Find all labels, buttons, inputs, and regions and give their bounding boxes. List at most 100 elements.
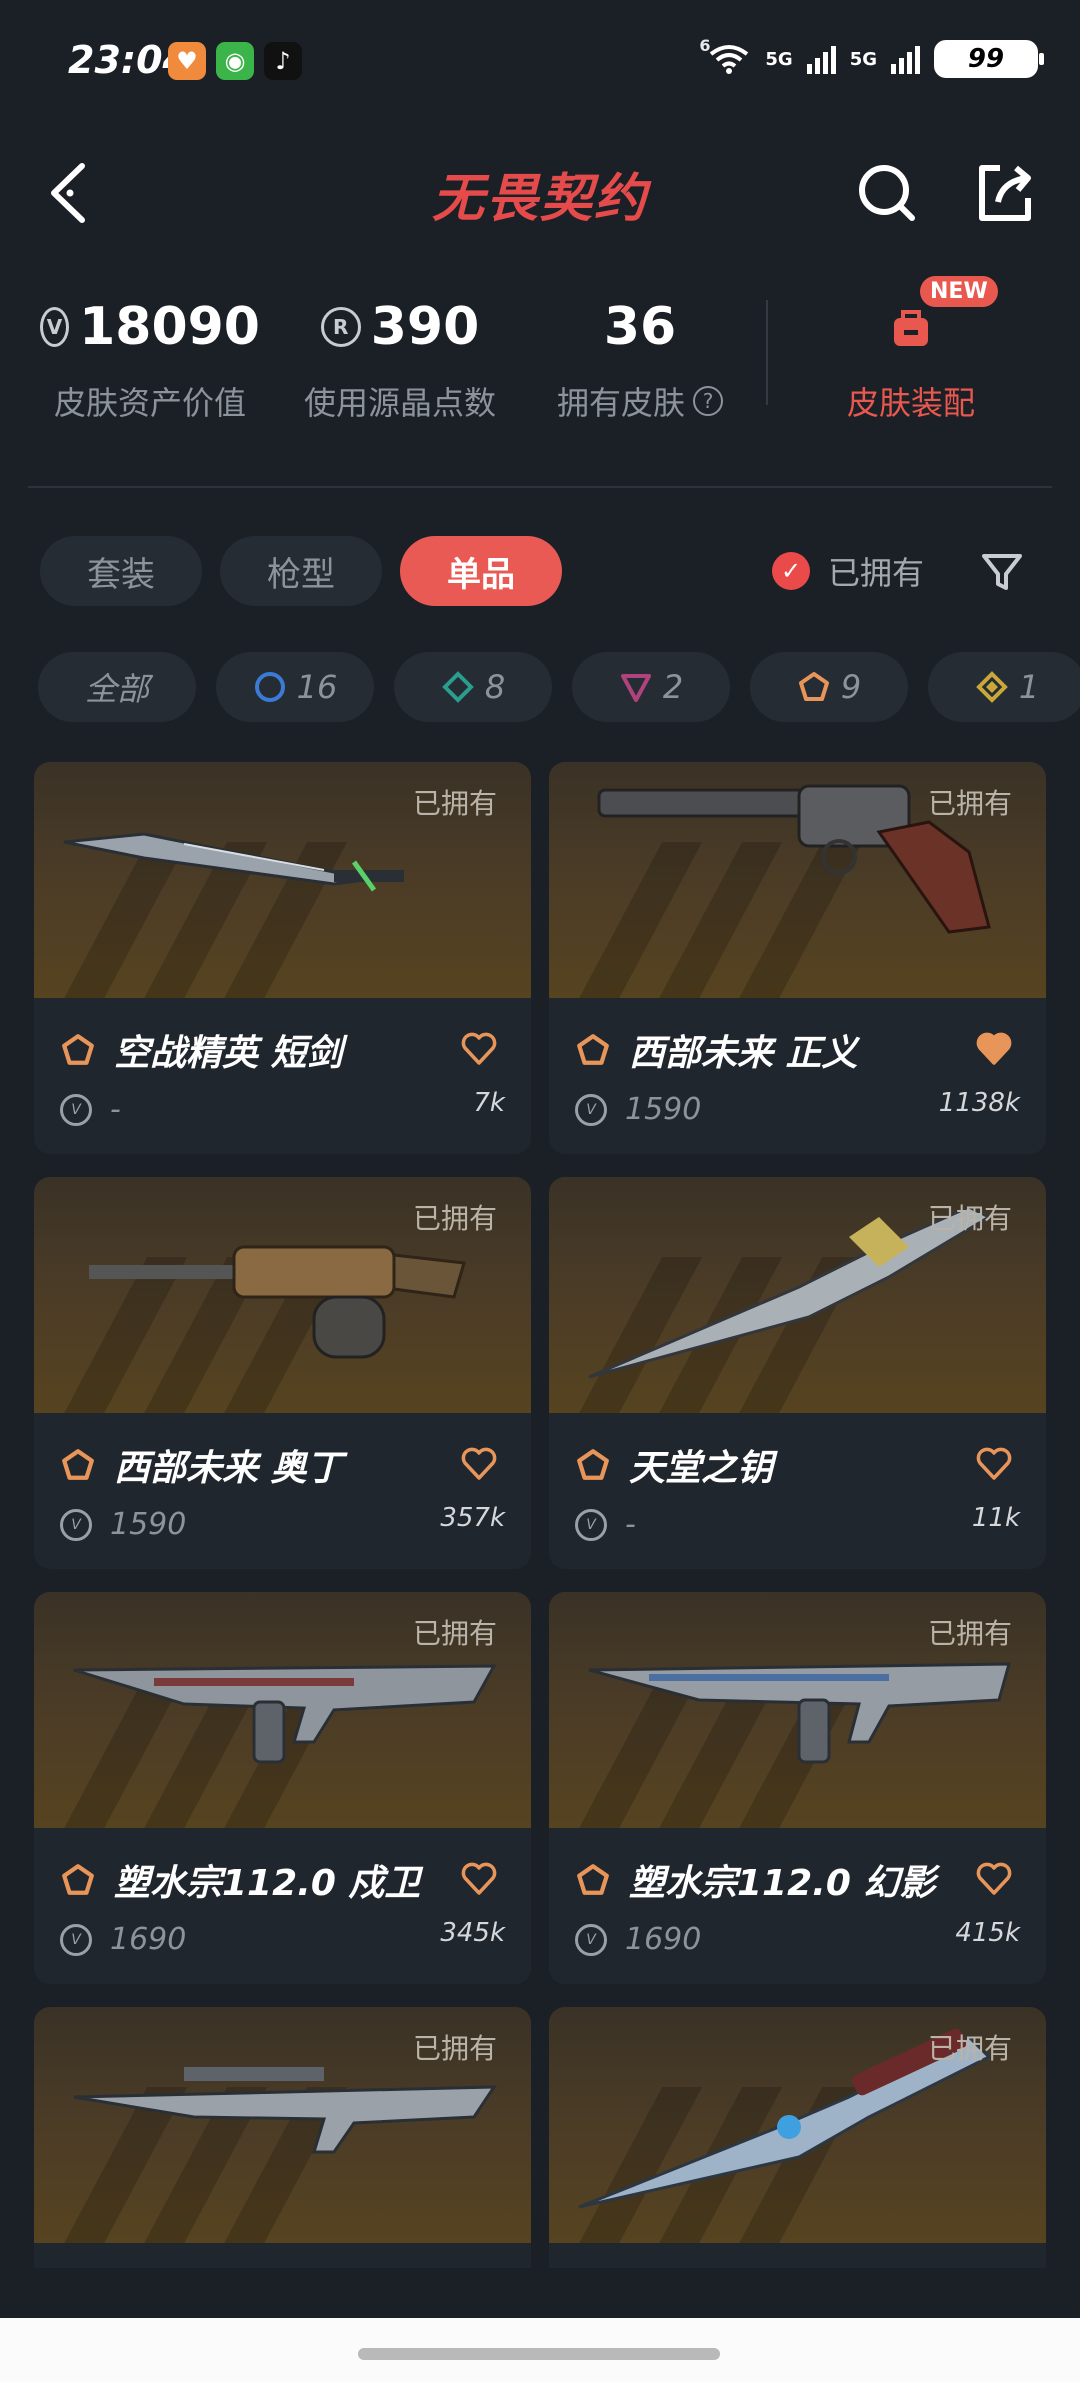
checkmark-icon: ✓ [772, 552, 810, 590]
owned-skins-label: 拥有皮肤 [556, 384, 685, 422]
chip-ultra-tier[interactable]: 1 [928, 652, 1080, 722]
favorite-button[interactable] [974, 1858, 1014, 1898]
skin-preview-image: 已拥有 [34, 1177, 531, 1413]
battery-icon: 99 [934, 40, 1044, 78]
vp-coin-icon: V [60, 1508, 92, 1541]
skin-name: 空战精英 短剑 [60, 1024, 343, 1076]
app-header: 无畏契约 [0, 140, 1080, 250]
signal-1-icon [806, 44, 836, 74]
deluxe-tier-icon [441, 671, 474, 703]
exclusive-tier-icon [62, 1449, 94, 1480]
heart-icon [976, 1447, 1012, 1480]
radianite-points-label: 使用源晶点数 [303, 384, 496, 422]
skin-card[interactable]: 已拥有 塑水宗112.0 幻影 V 1690 415k [549, 1592, 1046, 1984]
exclusive-tier-icon [62, 1864, 94, 1895]
skin-price-value: - [110, 1092, 121, 1127]
skin-card[interactable]: 已拥有 塑水宗112.0 戍卫 V 1690 345k [34, 1592, 531, 1984]
skin-preview-image: 已拥有 [549, 1592, 1046, 1828]
radianite-coin-icon: R [320, 307, 361, 347]
skin-name: 天堂之钥 [575, 1439, 773, 1491]
chip-premium-tier[interactable]: 2 [572, 652, 730, 722]
network-label-1: 5G [765, 48, 793, 70]
skin-preview-image: 已拥有 [34, 762, 531, 998]
search-icon [859, 165, 915, 221]
vp-coin-icon: V [40, 307, 70, 347]
skin-equip-button[interactable]: NEW 皮肤装配 [836, 276, 998, 424]
chip-deluxe-count: 8 [484, 668, 506, 706]
like-count: 357k [440, 1503, 505, 1533]
favorite-button[interactable] [974, 1028, 1014, 1068]
skin-name-text: 天堂之钥 [629, 1448, 774, 1489]
skin-price-value: 1590 [625, 1092, 702, 1127]
like-count: 7k [473, 1088, 505, 1118]
radianite-points: 390 [370, 297, 480, 357]
chip-select-count: 16 [296, 668, 338, 706]
asset-value-stat: V 18090 皮肤资产价值 [40, 290, 260, 424]
tab-weapon-type[interactable]: 枪型 [220, 536, 382, 606]
tab-bundle[interactable]: 套装 [40, 536, 202, 606]
skin-card[interactable]: 已拥有空战精英 短剑 V - 7k [34, 762, 531, 1154]
help-icon[interactable]: ? [693, 386, 723, 416]
exclusive-tier-icon [577, 1449, 609, 1480]
search-button[interactable] [852, 158, 922, 228]
vp-coin-icon: V [575, 1508, 607, 1541]
signal-2-icon [891, 44, 920, 74]
filter-button[interactable] [980, 550, 1024, 594]
share-button[interactable] [970, 158, 1040, 228]
favorite-button[interactable] [974, 1443, 1014, 1483]
chip-select-tier[interactable]: 16 [216, 652, 374, 722]
owned-tag: 已拥有 [927, 1202, 1012, 1235]
skin-price-value: 1690 [625, 1922, 702, 1957]
owned-tag: 已拥有 [412, 787, 497, 820]
skin-card[interactable]: 已拥有 西部未来 正义 V 1590 1138k [549, 762, 1046, 1154]
wifi-badge: 6 [699, 36, 711, 55]
heart-icon [976, 1862, 1012, 1895]
skin-name: 塑水宗112.0 戍卫 [60, 1854, 420, 1906]
network-label-2: 5G [849, 48, 877, 70]
vp-coin-icon: V [60, 1923, 92, 1956]
exclusive-tier-icon [62, 1034, 94, 1065]
chip-exclusive-count: 9 [840, 668, 862, 706]
skin-price: V 1690 [575, 1922, 701, 1957]
home-indicator[interactable] [358, 2348, 720, 2360]
skin-card[interactable]: 已拥有 西部未来 奥丁 V 1590 357k [34, 1177, 531, 1569]
favorite-button[interactable] [459, 1858, 499, 1898]
skin-price: V- [60, 1092, 121, 1127]
owned-tag: 已拥有 [927, 787, 1012, 820]
like-count: 345k [440, 1918, 505, 1948]
system-nav-bar [0, 2318, 1080, 2382]
tab-single-item[interactable]: 单品 [400, 536, 562, 606]
skin-card[interactable]: 已拥有 [549, 2007, 1046, 2268]
chip-exclusive-tier[interactable]: 9 [750, 652, 908, 722]
ultra-tier-icon [975, 671, 1008, 703]
favorite-button[interactable] [459, 1028, 499, 1068]
like-count: 1138k [938, 1088, 1020, 1118]
chip-all[interactable]: 全部 [38, 652, 196, 722]
stats-panel: V 18090 皮肤资产价值 R 390 使用源晶点数 36 拥有皮肤? NEW 皮… [0, 276, 1080, 450]
skin-name-text: 西部未来 正义 [629, 1033, 858, 1074]
heart-icon [461, 1032, 497, 1065]
backpack-icon [894, 310, 928, 346]
new-badge: NEW [920, 276, 998, 307]
favorite-button[interactable] [459, 1443, 499, 1483]
owned-filter-toggle[interactable]: ✓ 已拥有 [772, 548, 924, 594]
skin-name-text: 塑水宗112.0 戍卫 [114, 1863, 421, 1904]
radianite-stat: R 390 使用源晶点数 [290, 290, 510, 424]
asset-value-label: 皮肤资产价值 [53, 384, 246, 422]
skin-price-value: - [625, 1507, 636, 1542]
asset-value: 18090 [79, 297, 260, 357]
skin-card[interactable]: 已拥有 天堂之钥 V - 11k [549, 1177, 1046, 1569]
exclusive-tier-icon [577, 1034, 609, 1065]
category-tabs: 套装 枪型 单品 [40, 536, 562, 606]
owned-tag: 已拥有 [412, 1202, 497, 1235]
owned-tag: 已拥有 [927, 2032, 1012, 2065]
chip-deluxe-tier[interactable]: 8 [394, 652, 552, 722]
skin-card[interactable]: 已拥有 [34, 2007, 531, 2268]
owned-filter-label: 已拥有 [828, 554, 925, 592]
skin-preview-image: 已拥有 [549, 762, 1046, 998]
health-app-icon: ♥ [168, 42, 206, 80]
premium-tier-icon [620, 674, 651, 702]
skin-preview-image: 已拥有 [549, 2007, 1046, 2243]
skin-name-text: 空战精英 短剑 [114, 1033, 343, 1074]
owned-tag: 已拥有 [412, 1617, 497, 1650]
